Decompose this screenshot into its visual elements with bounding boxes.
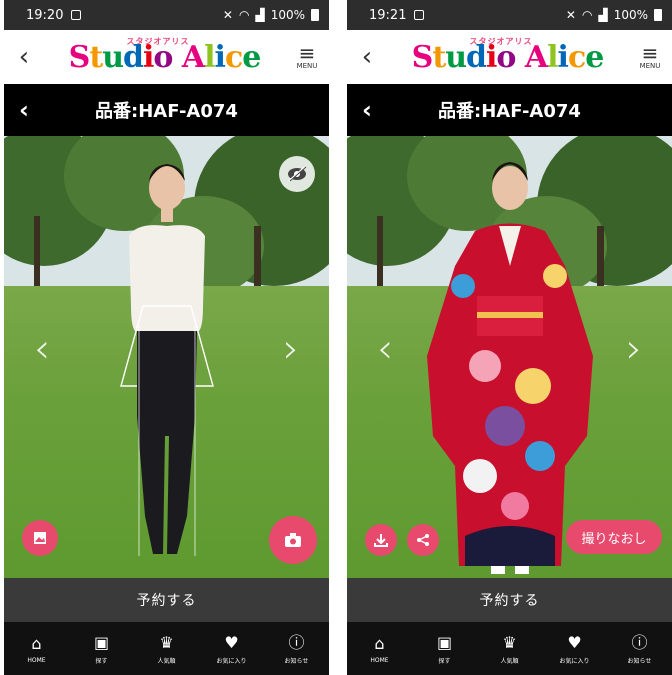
header-back-button[interactable]: ‹ bbox=[347, 30, 387, 84]
battery-level: 100% bbox=[270, 8, 305, 22]
heart-icon: ♥ bbox=[567, 633, 582, 652]
nav-home[interactable]: ⌂ HOME bbox=[347, 622, 412, 675]
wifi-icon: ◠ bbox=[581, 8, 593, 22]
status-bar: 19:20 ✕ ◠ ▟ 100% bbox=[4, 0, 329, 30]
battery-icon bbox=[311, 9, 319, 21]
camera-icon bbox=[285, 533, 301, 547]
search-dress-icon: ▣ bbox=[93, 633, 110, 652]
title-back-button[interactable]: ‹ bbox=[347, 96, 387, 124]
product-number-title: 品番:HAF-A074 bbox=[438, 101, 581, 122]
heart-icon: ♥ bbox=[224, 633, 239, 652]
download-icon bbox=[374, 534, 388, 547]
phone-screen-left: 19:20 ✕ ◠ ▟ 100% ‹ スタジオアリス Studio Alice … bbox=[4, 0, 329, 675]
title-back-button[interactable]: ‹ bbox=[4, 96, 44, 124]
mute-icon: ✕ bbox=[565, 8, 576, 22]
nav-ranking[interactable]: ♛ 人気順 bbox=[477, 622, 542, 675]
signal-icon: ▟ bbox=[598, 8, 608, 22]
model-figure bbox=[119, 164, 214, 556]
wifi-icon: ◠ bbox=[238, 8, 250, 22]
nav-news[interactable]: ⓘ お知らせ bbox=[607, 622, 672, 675]
try-on-photo: ‹ › bbox=[4, 136, 329, 578]
menu-button[interactable]: ≡ MENU bbox=[285, 41, 329, 70]
download-button[interactable] bbox=[365, 524, 397, 556]
nav-favorites[interactable]: ♥ お気に入り bbox=[542, 622, 607, 675]
info-icon: ⓘ bbox=[631, 633, 648, 652]
eye-slash-icon bbox=[288, 166, 307, 182]
title-bar: ‹ 品番:HAF-A074 bbox=[4, 84, 329, 136]
next-arrow[interactable]: › bbox=[283, 326, 299, 372]
hide-overlay-button[interactable] bbox=[279, 156, 315, 192]
app-header: ‹ スタジオアリス Studio Alice ≡ MENU bbox=[4, 30, 329, 84]
menu-label: MENU bbox=[296, 62, 318, 70]
logo-wordmark: Studio Alice bbox=[411, 40, 605, 75]
crown-icon: ♛ bbox=[159, 633, 174, 652]
nav-news[interactable]: ⓘ お知らせ bbox=[264, 622, 329, 675]
try-on-photo: ‹ › 撮りなおし bbox=[347, 136, 672, 578]
bottom-nav: ⌂ HOME ▣ 探す ♛ 人気順 ♥ お気に入り ⓘ お知らせ bbox=[347, 622, 672, 675]
info-icon: ⓘ bbox=[288, 633, 305, 652]
battery-level: 100% bbox=[613, 8, 648, 22]
share-icon bbox=[417, 534, 429, 546]
title-bar: ‹ 品番:HAF-A074 bbox=[347, 84, 672, 136]
header-back-button[interactable]: ‹ bbox=[4, 30, 44, 84]
status-bar: 19:21 ✕ ◠ ▟ 100% bbox=[347, 0, 672, 30]
logo-wordmark: Studio Alice bbox=[68, 40, 262, 75]
share-button[interactable] bbox=[407, 524, 439, 556]
nav-favorites[interactable]: ♥ お気に入り bbox=[199, 622, 264, 675]
notification-icon bbox=[414, 10, 425, 20]
home-icon: ⌂ bbox=[374, 634, 385, 653]
battery-icon bbox=[654, 9, 662, 21]
status-time: 19:20 bbox=[26, 7, 64, 23]
search-dress-icon: ▣ bbox=[436, 633, 453, 652]
image-icon bbox=[34, 532, 46, 544]
studio-alice-logo[interactable]: スタジオアリス Studio Alice bbox=[44, 30, 285, 84]
prev-arrow[interactable]: ‹ bbox=[34, 326, 50, 372]
signal-icon: ▟ bbox=[255, 8, 265, 22]
menu-button[interactable]: ≡ MENU bbox=[628, 41, 672, 70]
next-arrow[interactable]: › bbox=[626, 326, 642, 372]
reserve-button[interactable]: 予約する bbox=[4, 578, 329, 622]
hamburger-icon: ≡ bbox=[641, 41, 659, 65]
prev-arrow[interactable]: ‹ bbox=[377, 326, 393, 372]
menu-label: MENU bbox=[639, 62, 661, 70]
notification-icon bbox=[71, 10, 82, 20]
nav-search[interactable]: ▣ 探す bbox=[412, 622, 477, 675]
crown-icon: ♛ bbox=[502, 633, 517, 652]
studio-alice-logo[interactable]: スタジオアリス Studio Alice bbox=[387, 30, 628, 84]
nav-home[interactable]: ⌂ HOME bbox=[4, 622, 69, 675]
gallery-button[interactable] bbox=[22, 520, 58, 556]
hamburger-icon: ≡ bbox=[298, 41, 316, 65]
phone-screen-right: 19:21 ✕ ◠ ▟ 100% ‹ スタジオアリス Studio Alice … bbox=[347, 0, 672, 675]
mute-icon: ✕ bbox=[222, 8, 233, 22]
bottom-nav: ⌂ HOME ▣ 探す ♛ 人気順 ♥ お気に入り ⓘ お知らせ bbox=[4, 622, 329, 675]
model-kimono-figure bbox=[426, 162, 593, 574]
status-time: 19:21 bbox=[369, 7, 407, 23]
nav-ranking[interactable]: ♛ 人気順 bbox=[134, 622, 199, 675]
product-number-title: 品番:HAF-A074 bbox=[95, 101, 238, 122]
app-header: ‹ スタジオアリス Studio Alice ≡ MENU bbox=[347, 30, 672, 84]
nav-search[interactable]: ▣ 探す bbox=[69, 622, 134, 675]
camera-button[interactable] bbox=[269, 516, 317, 564]
home-icon: ⌂ bbox=[31, 634, 42, 653]
reserve-button[interactable]: 予約する bbox=[347, 578, 672, 622]
retake-button[interactable]: 撮りなおし bbox=[566, 520, 662, 554]
